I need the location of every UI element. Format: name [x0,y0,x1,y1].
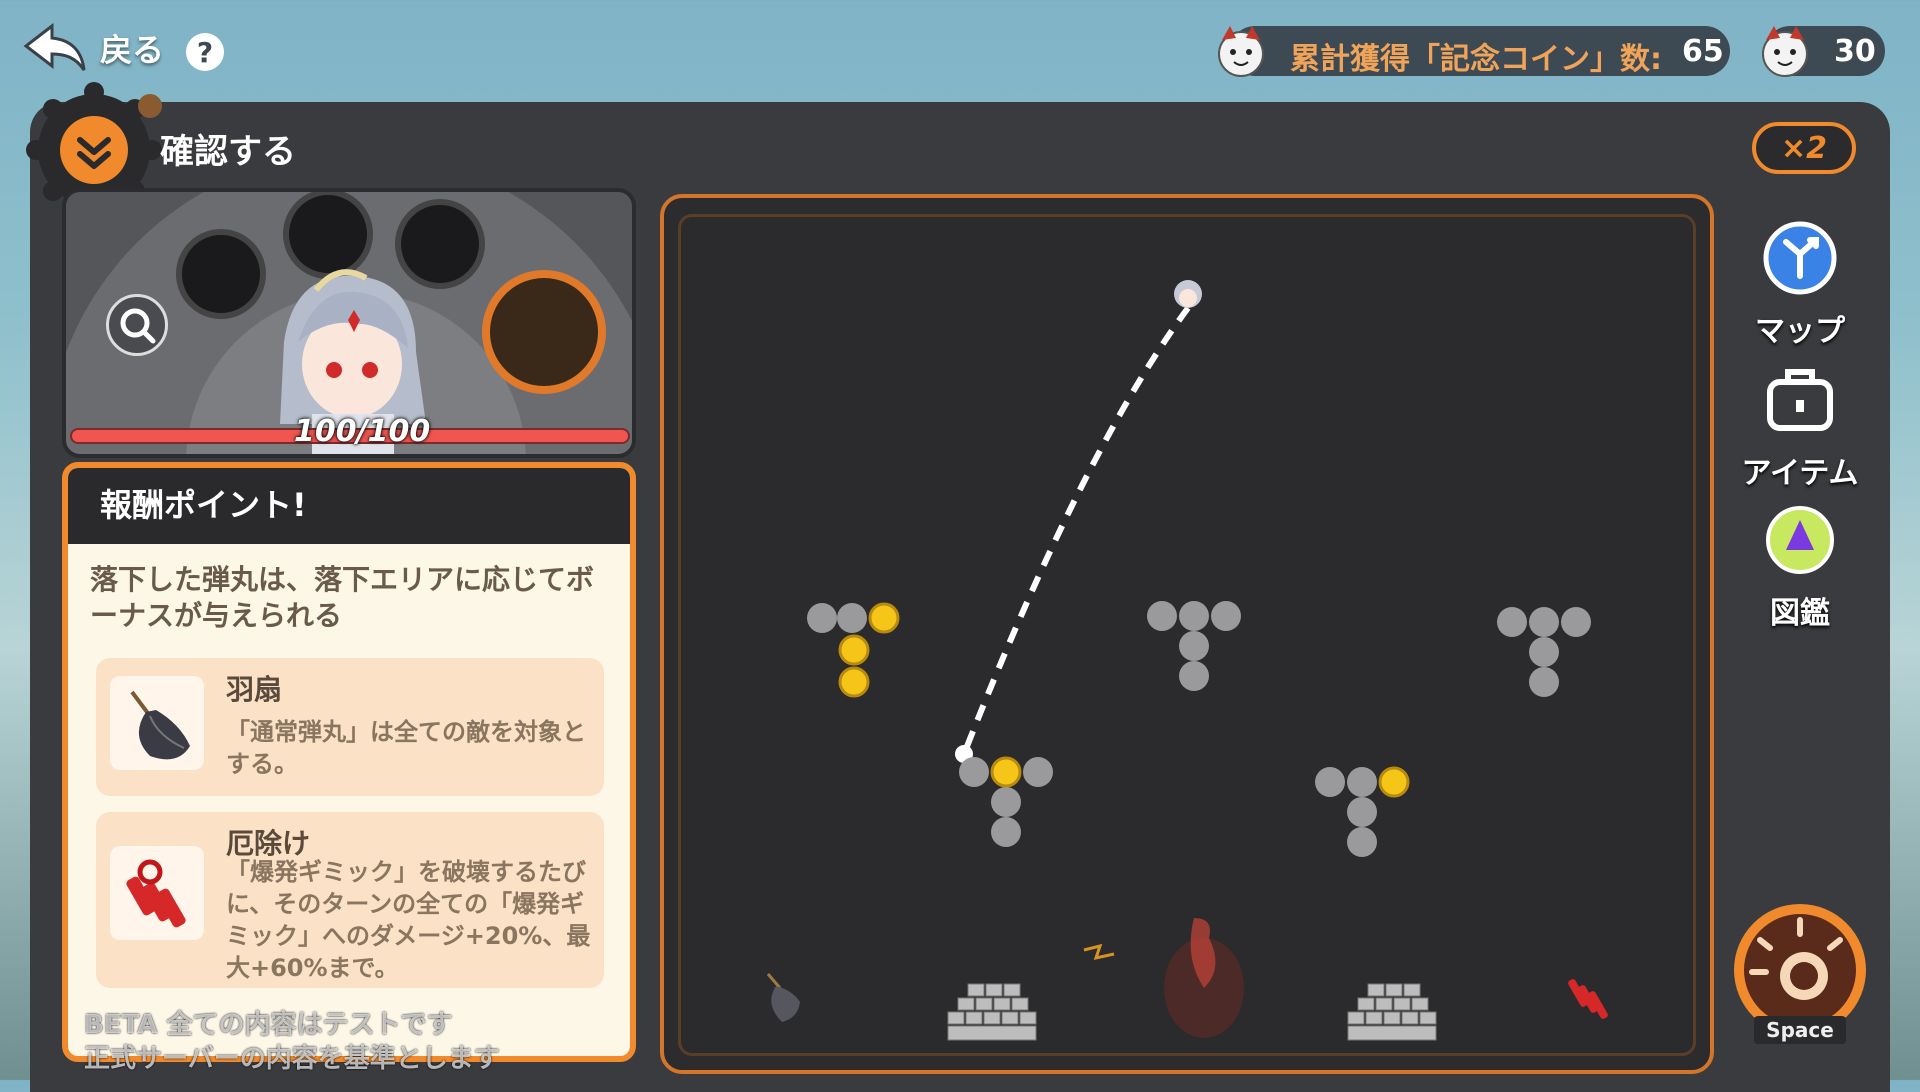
reward-item-card[interactable]: 羽扇 「通常弾丸」は全ての敵を対象とする。 [96,658,604,796]
feather-fan-drop-icon [766,973,800,1022]
beta-notice-line: 正式サーバーの内容を基準とします [84,1044,500,1074]
speed-toggle-button[interactable]: ×2 [1752,122,1856,174]
reward-item-description: 「通常弾丸」は全ての敵を対象とする。 [226,718,586,778]
reward-item-card[interactable]: 厄除け 「爆発ギミック」を破壊するたびに、そのターンの全ての「爆発ギミック」への… [96,812,604,988]
bag-icon [1767,369,1833,431]
codex-label: 図鑑 [1770,596,1830,631]
brick-wall-icon [947,983,1037,1041]
back-arrow-icon [23,22,86,71]
firecracker-drop-icon [1568,979,1608,1019]
peg-group-1 [807,603,867,633]
empty-slot-3 [395,199,485,289]
back-button[interactable]: 戻る [22,22,164,74]
zoom-button[interactable] [106,294,168,356]
codex-button[interactable]: 図鑑 [1730,500,1870,632]
brick-wall-icon [1347,983,1437,1041]
empty-slot-1 [176,229,266,319]
map-signpost-icon [1763,221,1837,295]
help-button[interactable]: ? [186,33,224,71]
aim-trajectory [961,306,1191,756]
reward-item-description: 「爆発ギミック」を破壊するたびに、そのターンの全ての「爆発ギミック」へのダメージ… [226,858,591,982]
beta-notice-line: BETA 全ての内容はテストです [84,1010,453,1040]
codex-book-icon [1766,506,1834,574]
map-button[interactable]: マップ [1730,218,1870,350]
top-bar: 戻る ? 累計獲得「記念コイン」数: 65 30 [0,0,1920,100]
reward-description: 落下した弾丸は、落下エリアに応じてボーナスが与えられる [90,563,595,632]
peg-group-5 [1315,766,1410,857]
total-coin-value: 65 [1682,34,1724,69]
game-board[interactable] [660,194,1714,1074]
peg-group-3 [1497,607,1591,697]
peg-group-2 [1147,601,1241,691]
beta-notice: BETA 全ての内容はテストです 正式サーバーの内容を基準とします [84,1008,500,1076]
mascot-coin-icon [1762,26,1808,77]
active-slot [482,270,606,394]
item-button[interactable]: アイテム [1730,360,1870,492]
reward-title: 報酬ポイント! [68,468,630,544]
fire-effect [1083,918,1244,1038]
mascot-coin-icon [1218,26,1264,77]
space-key-label: Space [1754,1016,1846,1044]
speed-label: ×2 [1780,130,1827,166]
reward-item-title: 羽扇 [226,673,283,706]
firecracker-icon [110,846,204,940]
hp-text: 100/100 [294,414,431,449]
launcher-character-icon [1174,280,1202,308]
magnifier-icon [120,308,156,344]
peg-group-4 [959,756,1053,847]
help-icon: ? [196,35,214,69]
confirm-label: 確認する [160,132,296,172]
item-label: アイテム [1741,456,1859,491]
map-label: マップ [1755,314,1845,349]
total-coin-label: 累計獲得「記念コイン」数: [1290,42,1662,77]
empty-slot-2 [283,192,373,279]
board-field [766,280,1608,1041]
back-label: 戻る [100,31,165,69]
reward-panel: 報酬ポイント! 落下した弾丸は、落下エリアに応じてボーナスが与えられる 羽扇 「… [62,462,636,1062]
coin-count-value: 30 [1834,34,1876,69]
feather-fan-icon [110,676,204,770]
